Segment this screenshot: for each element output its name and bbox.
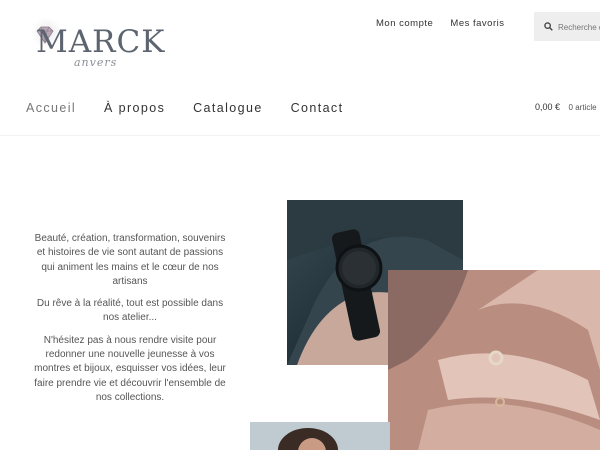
my-account-link[interactable]: Mon compte xyxy=(376,18,433,29)
logo-tagline: anvers xyxy=(74,56,118,69)
logo-wordmark: MARCK xyxy=(36,24,166,60)
nav-item-a-propos[interactable]: À propos xyxy=(104,101,165,115)
cart-total: 0,00 € xyxy=(535,102,561,112)
intro-paragraph: N'hésitez pas à nous rendre visite pour … xyxy=(34,334,226,403)
nav-item-catalogue[interactable]: Catalogue xyxy=(193,101,263,115)
nav-item-contact[interactable]: Contact xyxy=(291,101,344,115)
search-box[interactable] xyxy=(534,12,600,41)
cart-summary[interactable]: 0,00 € 0 article xyxy=(535,102,597,112)
site-logo[interactable]: MARCK anvers xyxy=(30,18,165,70)
nav-item-accueil[interactable]: Accueil xyxy=(26,101,76,115)
favorites-link[interactable]: Mes favoris xyxy=(450,18,504,29)
intro-paragraph: Du rêve à la réalité, tout est possible … xyxy=(36,298,224,324)
header-divider xyxy=(0,135,600,136)
intro-paragraph: Beauté, création, transformation, souven… xyxy=(34,233,226,287)
intro-text: Beauté, création, transformation, souven… xyxy=(30,232,230,413)
account-links: Mon compte Mes favoris xyxy=(376,18,519,29)
cart-count: 0 article xyxy=(568,103,597,112)
rings-photo xyxy=(388,270,600,450)
portrait-photo xyxy=(250,422,390,450)
search-icon xyxy=(544,22,553,31)
site-header: MARCK anvers Mon compte Mes favoris Accu… xyxy=(0,0,600,136)
main-nav: Accueil À propos Catalogue Contact xyxy=(26,101,366,115)
search-input[interactable] xyxy=(556,18,600,36)
